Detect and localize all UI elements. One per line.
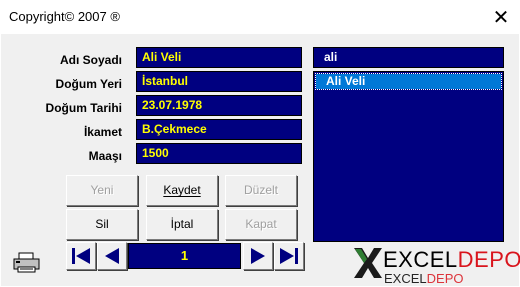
first-record-button[interactable] xyxy=(66,242,96,270)
full-name-field[interactable]: Ali Veli xyxy=(136,47,302,68)
delete-button-label: Sil xyxy=(95,217,109,231)
logo-text-main: EXCEL xyxy=(383,247,458,272)
window-title: Copyright© 2007 ® xyxy=(9,9,120,24)
close-icon[interactable]: ✕ xyxy=(490,6,512,28)
previous-record-button[interactable] xyxy=(97,242,127,270)
last-record-button[interactable] xyxy=(274,242,304,270)
label-residence: İkamet xyxy=(83,125,122,139)
save-button[interactable]: Kaydet xyxy=(146,175,218,206)
logo-wordmark-shadow: EXCELDEPO xyxy=(384,271,463,286)
logo-wordmark: EXCELDEPO xyxy=(383,247,520,273)
previous-record-icon xyxy=(105,248,119,264)
last-record-icon xyxy=(280,248,298,264)
new-button[interactable]: Yeni xyxy=(66,175,138,206)
salary-field[interactable]: 1500 xyxy=(136,143,302,164)
birth-place-field[interactable]: İstanbul xyxy=(136,71,302,92)
excel-x-logo-icon xyxy=(352,246,384,285)
title-bar: Copyright© 2007 ® ✕ xyxy=(0,0,520,34)
list-item[interactable]: Ali Veli xyxy=(315,73,502,90)
results-listbox[interactable]: Ali Veli xyxy=(313,71,504,242)
delete-button[interactable]: Sil xyxy=(66,209,138,240)
label-birth-place: Doğum Yeri xyxy=(55,77,122,91)
edit-button-label: Düzelt xyxy=(243,183,278,197)
close-button-label: Kapat xyxy=(245,217,277,231)
label-birth-date: Doğum Tarihi xyxy=(45,101,122,115)
cancel-button[interactable]: İptal xyxy=(146,209,218,240)
save-button-label: Kaydet xyxy=(163,183,201,197)
label-full-name: Adı Soyadı xyxy=(59,53,122,67)
first-record-icon xyxy=(72,248,90,264)
search-input[interactable]: ali xyxy=(313,47,504,68)
edit-button[interactable]: Düzelt xyxy=(225,175,297,206)
birth-date-field[interactable]: 23.07.1978 xyxy=(136,95,302,116)
next-record-icon xyxy=(251,248,265,264)
close-button[interactable]: Kapat xyxy=(225,209,297,240)
logo-shadow-accent: DEPO xyxy=(426,271,464,286)
logo-text-accent: DEPO xyxy=(457,247,520,272)
printer-icon[interactable] xyxy=(12,252,42,279)
logo-shadow-main: EXCEL xyxy=(384,271,427,286)
residence-field[interactable]: B.Çekmece xyxy=(136,119,302,140)
new-button-label: Yeni xyxy=(90,183,114,197)
record-number: 1 xyxy=(128,243,241,269)
next-record-button[interactable] xyxy=(243,242,273,270)
cancel-button-label: İptal xyxy=(170,217,194,231)
label-salary: Maaşı xyxy=(88,149,122,163)
